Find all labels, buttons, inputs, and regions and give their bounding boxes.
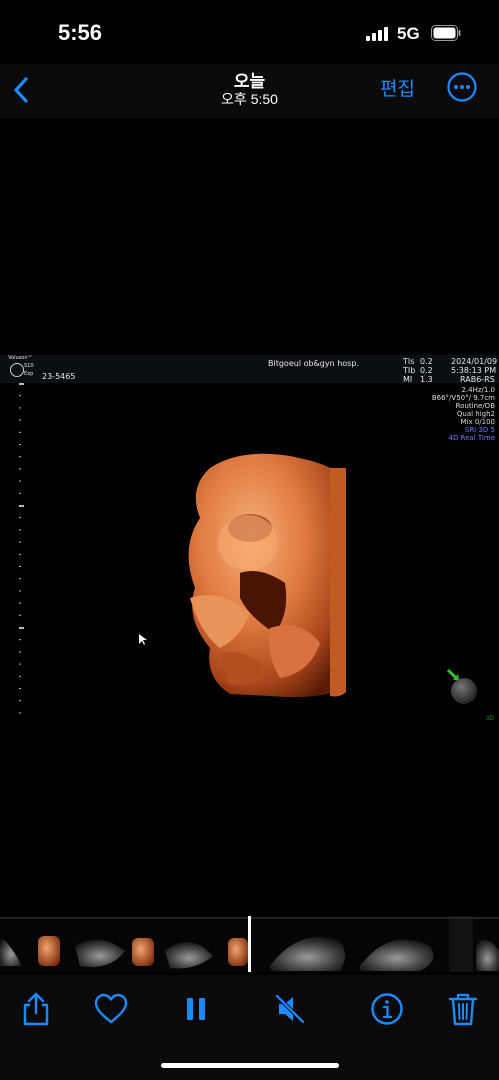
pause-icon[interactable] bbox=[178, 991, 214, 1027]
scale-tick bbox=[19, 712, 21, 714]
scan-date: 2024/01/09 bbox=[451, 357, 498, 366]
scale-tick bbox=[19, 663, 21, 665]
mode-line: SRI 3D 5 bbox=[464, 426, 495, 434]
home-indicator[interactable] bbox=[161, 1063, 339, 1068]
scale-tick bbox=[19, 578, 21, 580]
tis-label: TIs bbox=[403, 357, 415, 366]
orientation-ball-icon bbox=[446, 668, 477, 704]
model-sub-label: Exp bbox=[24, 371, 34, 377]
scale-tick bbox=[19, 639, 21, 641]
scale-tick bbox=[19, 529, 21, 531]
mode-tag: 3D bbox=[486, 716, 494, 722]
scale-tick bbox=[19, 444, 21, 445]
depth-scale bbox=[19, 383, 24, 714]
scale-tick bbox=[19, 675, 21, 677]
probe-label: RAB6-RS bbox=[460, 375, 495, 384]
battery-icon bbox=[431, 25, 461, 41]
ultrasound-header: Voluson™ S10 Exp 23-5465 Bitgoeul ob&gyn… bbox=[0, 355, 499, 384]
scale-tick bbox=[19, 505, 24, 507]
tib-value: 0.2 bbox=[420, 366, 433, 375]
scale-tick bbox=[19, 395, 21, 397]
scale-tick bbox=[19, 688, 21, 689]
scale-tick bbox=[19, 419, 21, 421]
status-bar: 5:56 5G bbox=[0, 0, 499, 64]
pointer-icon bbox=[139, 634, 147, 645]
param-line: B66°/V50°/ 9.7cm bbox=[431, 394, 495, 402]
page-subtitle: 오후 5:50 bbox=[221, 91, 278, 107]
param-line: 2.4Hz/1.0 bbox=[461, 386, 495, 394]
info-icon[interactable] bbox=[369, 991, 405, 1027]
scale-tick bbox=[19, 602, 21, 604]
scale-tick bbox=[19, 700, 21, 702]
scale-tick bbox=[19, 468, 21, 470]
playhead[interactable] bbox=[248, 916, 251, 972]
heart-icon[interactable] bbox=[93, 991, 129, 1027]
more-icon[interactable] bbox=[446, 71, 478, 103]
network-label: 5G bbox=[397, 24, 420, 43]
scale-tick bbox=[19, 590, 21, 592]
mi-label: MI bbox=[403, 375, 413, 384]
param-line: Routine/OB bbox=[455, 402, 495, 410]
media-viewer[interactable]: Voluson™ S10 Exp 23-5465 Bitgoeul ob&gyn… bbox=[0, 118, 499, 914]
status-time: 5:56 bbox=[58, 20, 103, 45]
mode-line: 4D Real Time bbox=[448, 434, 495, 442]
brand-label: Voluson™ bbox=[8, 355, 33, 361]
scale-tick bbox=[19, 407, 21, 409]
scale-tick bbox=[19, 651, 21, 653]
scale-tick bbox=[19, 456, 21, 458]
model-label: S10 bbox=[24, 363, 34, 369]
ge-logo-icon bbox=[10, 363, 24, 377]
scale-tick bbox=[19, 541, 21, 543]
signal-icon bbox=[366, 27, 388, 41]
patient-id: 23-5465 bbox=[42, 372, 76, 381]
edit-button[interactable]: 편집 bbox=[380, 74, 415, 101]
scale-tick bbox=[19, 492, 21, 494]
nav-bar: 오늘 오후 5:50 편집 bbox=[0, 64, 499, 118]
tis-value: 0.2 bbox=[420, 357, 433, 366]
scale-tick bbox=[19, 614, 21, 616]
scan-time: 5:38:13 PM bbox=[451, 366, 497, 375]
timeline-scrubber[interactable] bbox=[0, 916, 499, 972]
param-line: Mix 0/100 bbox=[460, 418, 495, 426]
trash-icon[interactable] bbox=[445, 991, 481, 1027]
share-icon[interactable] bbox=[18, 991, 54, 1027]
hospital-name: Bitgoeul ob&gyn hosp. bbox=[268, 359, 359, 368]
scale-tick bbox=[19, 480, 21, 482]
scale-tick bbox=[19, 383, 24, 385]
fetal-3d-render bbox=[188, 453, 346, 697]
scale-tick bbox=[19, 627, 24, 629]
scale-tick bbox=[19, 553, 21, 555]
scale-tick bbox=[19, 566, 21, 567]
mute-icon[interactable] bbox=[273, 991, 309, 1027]
scale-tick bbox=[19, 517, 21, 519]
param-line: Qual high2 bbox=[456, 410, 495, 418]
tib-label: TIb bbox=[403, 366, 416, 375]
mi-value: 1.3 bbox=[420, 375, 433, 384]
scale-tick bbox=[19, 431, 21, 433]
